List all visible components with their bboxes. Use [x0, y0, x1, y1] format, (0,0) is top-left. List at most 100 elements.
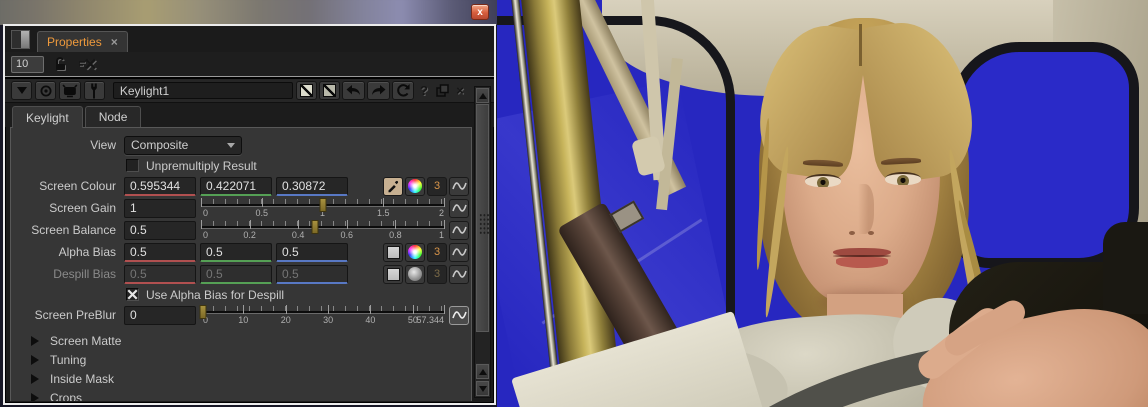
tab-node[interactable]: Node — [85, 106, 142, 127]
color-wheel-button[interactable] — [405, 177, 425, 196]
node-name-input[interactable] — [113, 82, 293, 99]
unpremultiply-checkbox[interactable] — [126, 159, 139, 172]
despill-bias-b-input[interactable] — [276, 265, 348, 284]
despill-bias-label: Despill Bias — [11, 267, 124, 281]
alpha-bias-swatch-button[interactable] — [383, 243, 403, 262]
curve-editor-button[interactable] — [449, 199, 469, 218]
alpha-bias-label: Alpha Bias — [11, 245, 124, 259]
chevron-right-icon — [31, 374, 39, 384]
channels-count-button[interactable]: 3 — [427, 177, 447, 196]
undo-button[interactable] — [342, 81, 365, 100]
group-screen-matte[interactable]: Screen Matte — [11, 331, 469, 350]
arrow-up-icon — [479, 369, 487, 375]
eyedropper-button[interactable] — [383, 177, 403, 196]
wrench-icon — [87, 82, 101, 100]
scrollbar-track[interactable] — [475, 332, 490, 363]
alpha-bias-r-input[interactable] — [124, 243, 196, 262]
despill-bias-swatch-button[interactable] — [383, 265, 403, 284]
pane-menu-icon[interactable] — [11, 30, 30, 49]
checkbox-check-icon — [127, 288, 138, 301]
screen-balance-input[interactable] — [124, 221, 196, 240]
channels-count-button[interactable]: 3 — [427, 243, 447, 262]
chevron-down-icon — [227, 143, 235, 148]
window-titlebar: x — [0, 0, 497, 25]
scroll-up-button-bottom[interactable] — [476, 364, 489, 379]
curve-editor-button[interactable] — [449, 243, 469, 262]
screen-colour-b-input[interactable] — [276, 177, 348, 196]
scroll-down-button[interactable] — [476, 381, 489, 396]
tab-properties-label: Properties — [47, 35, 102, 49]
slider-handle[interactable] — [312, 220, 319, 234]
collapse-panel-button[interactable] — [11, 81, 32, 100]
group-crops[interactable]: Crops — [11, 388, 469, 401]
slider-tick: 57.344 — [444, 305, 445, 314]
vertical-scrollbar[interactable] — [474, 86, 491, 398]
alpha-bias-g-input[interactable] — [200, 243, 272, 262]
help-button[interactable]: ? — [416, 81, 432, 100]
viewer-film-frame — [497, 0, 1148, 407]
close-panel-button[interactable]: × — [452, 81, 468, 100]
close-all-panels-icon[interactable] — [78, 58, 98, 71]
chevron-right-icon — [31, 336, 39, 346]
nostril — [868, 231, 874, 235]
center-node-in-graph-button[interactable] — [35, 81, 56, 100]
screen-colour-g-input[interactable] — [200, 177, 272, 196]
screen-colour-r-input[interactable] — [124, 177, 196, 196]
color-wheel-button[interactable] — [405, 243, 425, 262]
float-panel-button[interactable] — [434, 81, 450, 100]
chevron-right-icon — [31, 355, 39, 365]
arrow-down-icon — [479, 386, 487, 392]
slider-tick: 1 — [444, 220, 445, 229]
alpha-bias-b-input[interactable] — [276, 243, 348, 262]
group-inside-mask[interactable]: Inside Mask — [11, 369, 469, 388]
channel-a-button[interactable] — [296, 81, 317, 100]
slider-tick: 2 — [444, 198, 445, 207]
despill-bias-g-input[interactable] — [200, 265, 272, 284]
car-interior-shadow — [1103, 222, 1148, 314]
scrollbar-thumb[interactable] — [476, 104, 489, 332]
tab-properties[interactable]: Properties × — [37, 31, 128, 52]
curve-icon — [452, 202, 467, 214]
node-header-buttons: ? × — [296, 81, 468, 100]
slider-handle[interactable] — [200, 305, 207, 319]
screen-preblur-input[interactable] — [124, 306, 196, 325]
eye-left — [805, 174, 841, 187]
color-swatch — [387, 268, 400, 281]
curve-editor-button[interactable] — [449, 221, 469, 240]
panel-toolbar — [5, 52, 494, 76]
param-row-use-alpha-bias: Use Alpha Bias for Despill — [11, 285, 469, 304]
slider-tick: 10 — [243, 305, 244, 314]
arrow-up-icon — [479, 93, 487, 99]
despill-bias-r-input[interactable] — [124, 265, 196, 284]
tab-keylight[interactable]: Keylight — [12, 106, 83, 128]
nose — [852, 184, 874, 234]
slider-handle[interactable] — [319, 198, 326, 212]
max-panels-input[interactable] — [11, 56, 44, 73]
view-dropdown[interactable]: Composite — [124, 136, 242, 155]
screen-gain-input[interactable] — [124, 199, 196, 218]
param-row-screen-balance: Screen Balance 0 0.2 0.4 0.6 0.8 1 — [11, 219, 469, 241]
redo-button[interactable] — [367, 81, 390, 100]
screen-preblur-slider[interactable]: 0 10 20 30 40 50 57.344 — [201, 304, 444, 326]
tab-close-icon[interactable]: × — [111, 37, 118, 47]
channel-b-button[interactable] — [319, 81, 340, 100]
revert-icon — [395, 83, 411, 98]
show-in-viewer-button[interactable] — [59, 81, 81, 100]
unpremultiply-label: Unpremultiply Result — [146, 159, 257, 173]
window-close-button[interactable]: x — [471, 4, 489, 20]
group-label: Crops — [50, 391, 82, 402]
lock-open-icon[interactable] — [53, 56, 69, 72]
group-tuning[interactable]: Tuning — [11, 350, 469, 369]
curve-editor-button[interactable] — [449, 265, 469, 284]
revert-button[interactable] — [392, 81, 414, 100]
curve-editor-button[interactable] — [449, 306, 469, 325]
scroll-up-button[interactable] — [476, 88, 489, 103]
advanced-settings-button[interactable] — [84, 81, 105, 100]
param-row-screen-colour: Screen Colour 3 — [11, 175, 469, 197]
screen-balance-slider[interactable]: 0 0.2 0.4 0.6 0.8 1 — [201, 219, 444, 241]
use-alpha-bias-checkbox[interactable] — [126, 288, 139, 301]
curve-editor-button[interactable] — [449, 177, 469, 196]
screen-gain-slider[interactable]: 0 0.5 1 1.5 2 — [201, 197, 444, 219]
hair-center-part — [859, 24, 862, 66]
redo-icon — [370, 84, 387, 97]
